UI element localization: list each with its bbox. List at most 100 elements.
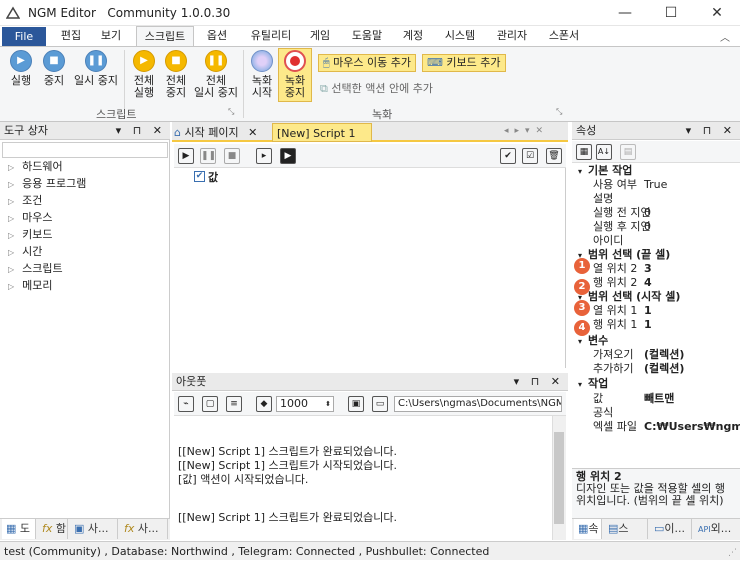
menu-sponsor[interactable]: 스폰서: [542, 26, 586, 46]
tree-item-condition[interactable]: ▷ 조건: [8, 192, 42, 209]
property-pages-icon[interactable]: ▤: [620, 144, 636, 160]
property-description: 행 위치 2 디자인 또는 값을 적용할 셀의 행 위치입니다. (범위의 끝 …: [572, 468, 740, 518]
property-name: 설명: [593, 192, 614, 205]
menu-options[interactable]: 옵션: [198, 26, 236, 46]
run-button[interactable]: ▶ 실행: [5, 50, 37, 87]
menu-admin[interactable]: 관리자: [490, 26, 534, 46]
tree-item-keyboard[interactable]: ▷ 키보드: [8, 226, 53, 243]
menu-game[interactable]: 게임: [302, 26, 338, 46]
collapse-ribbon-icon[interactable]: ︿: [720, 29, 730, 44]
property-group[interactable]: ▾ 작업: [578, 377, 608, 391]
add-after-selected-button[interactable]: ⧉ 선택한 액션 안에 추가: [320, 80, 433, 96]
tree-item-memory[interactable]: ▷ 메모리: [8, 277, 53, 294]
menu-help[interactable]: 도움말: [344, 26, 390, 46]
tree-item-mouse[interactable]: ▷ 마우스: [8, 209, 53, 226]
close-tab-icon[interactable]: ✕: [248, 126, 257, 139]
function-icon: fx: [42, 522, 53, 535]
resize-grip-icon[interactable]: ⋰: [728, 548, 737, 558]
clean-icon[interactable]: ⌁: [178, 396, 194, 412]
step-into-icon[interactable]: ▶: [280, 148, 296, 164]
tab-nav-controls[interactable]: ◂▸▾✕: [504, 126, 549, 136]
panel-controls[interactable]: ▾ ⊓ ✕: [686, 122, 736, 140]
property-group[interactable]: ▾ 범위 선택 (시작 셀): [578, 290, 680, 304]
stop-icon[interactable]: ■: [224, 148, 240, 164]
tab-images[interactable]: ▭이...: [650, 519, 692, 539]
tab-new-script[interactable]: [New] Script 1 ✕: [272, 123, 372, 159]
property-value[interactable]: 4: [644, 276, 652, 290]
step-icon[interactable]: ▸: [256, 148, 272, 164]
property-value[interactable]: C:₩Users₩ngma: [644, 420, 740, 434]
categorized-icon[interactable]: ▦: [576, 144, 592, 160]
stop-all-button[interactable]: ■ 전체 중지: [160, 50, 192, 99]
close-button[interactable]: ✕: [694, 0, 740, 26]
property-value[interactable]: 1: [644, 304, 652, 318]
property-value[interactable]: 3: [644, 262, 652, 276]
property-value[interactable]: 1: [644, 318, 652, 332]
add-keyboard-button[interactable]: ⌨ 키보드 추가: [422, 54, 506, 72]
tree-item-hardware[interactable]: ▷ 하드웨어: [8, 158, 63, 175]
minimize-button[interactable]: —: [602, 0, 648, 26]
tab-external[interactable]: API외...: [694, 519, 738, 539]
maximize-button[interactable]: ☐: [648, 0, 694, 26]
pause-all-button[interactable]: ❚❚ 전체 일시 중지: [192, 50, 240, 99]
list-icon[interactable]: ≡: [226, 396, 242, 412]
property-value[interactable]: True: [644, 178, 667, 192]
delay-input[interactable]: 1000 ⬍: [276, 396, 334, 412]
add-mouse-move-button[interactable]: 🖱 마우스 이동 추가: [318, 54, 416, 72]
property-value[interactable]: 빼트맨: [644, 392, 674, 406]
tab-users-1[interactable]: ▣ 사...: [70, 519, 118, 539]
check-icon[interactable]: ☑: [522, 148, 538, 164]
tab-script[interactable]: ▤스크...: [604, 519, 648, 555]
scrollbar-thumb[interactable]: [554, 432, 564, 524]
script-editor[interactable]: [174, 168, 566, 368]
expand-icon: ▷: [8, 248, 15, 257]
stop-button[interactable]: ■ 중지: [38, 50, 70, 87]
property-group[interactable]: ▾ 범위 선택 (끝 셀): [578, 248, 670, 262]
eraser-icon[interactable]: ◆: [256, 396, 272, 412]
pause-icon[interactable]: ❚❚: [200, 148, 216, 164]
menu-utility[interactable]: 유틸리티: [242, 26, 300, 46]
tree-item-applications[interactable]: ▷ 응용 프로그램: [8, 175, 86, 192]
property-value[interactable]: 0: [644, 220, 651, 234]
menu-file[interactable]: File: [2, 27, 46, 46]
tab-properties[interactable]: ▦속: [574, 519, 602, 539]
expand-icon: ▷: [8, 180, 15, 189]
new-doc-icon[interactable]: ▢: [202, 396, 218, 412]
record-start-button[interactable]: 녹화 시작: [246, 50, 278, 99]
sort-az-icon[interactable]: A↓: [596, 144, 612, 160]
tab-users-2[interactable]: fx 사...: [120, 519, 168, 539]
tab-functions[interactable]: fx 함: [38, 519, 68, 539]
tab-start-page[interactable]: ⌂ 시작 페이지 ✕: [174, 124, 268, 141]
menu-system[interactable]: 시스템: [438, 26, 482, 46]
check-all-icon[interactable]: ✔: [500, 148, 516, 164]
pause-button[interactable]: ❚❚ 일시 중지: [70, 50, 122, 87]
property-group[interactable]: ▾ 기본 작업: [578, 164, 632, 178]
app-logo-icon: [5, 6, 21, 20]
record-stop-button[interactable]: 녹화 중지: [279, 50, 311, 99]
menu-account[interactable]: 계정: [396, 26, 430, 46]
folder-icon[interactable]: ▭: [372, 396, 388, 412]
panel-controls[interactable]: ▾ ⊓ ✕: [116, 122, 166, 140]
path-field[interactable]: C:\Users\ngmas\Documents\NGM5\: [394, 396, 562, 412]
run-all-button[interactable]: ▶ 전체 실행: [128, 50, 160, 99]
spinner-icon[interactable]: ⬍: [325, 397, 331, 411]
action-checkbox[interactable]: ✔: [194, 171, 205, 182]
tab-toolbox[interactable]: ▦ 도: [2, 519, 36, 539]
menu-edit[interactable]: 편집: [52, 26, 90, 46]
save-icon[interactable]: ▣: [348, 396, 364, 412]
play-icon[interactable]: ▶: [178, 148, 194, 164]
delete-icon[interactable]: 🗑: [546, 148, 562, 164]
action-label[interactable]: 값: [208, 169, 218, 185]
tree-item-script[interactable]: ▷ 스크립트: [8, 260, 63, 277]
dialog-launcher-icon[interactable]: ⤡: [556, 107, 562, 117]
property-value[interactable]: 0: [644, 206, 651, 220]
dialog-launcher-icon[interactable]: ⤡: [228, 107, 234, 117]
property-value[interactable]: (컬렉션): [644, 362, 684, 376]
menu-script[interactable]: 스크립트: [136, 26, 194, 46]
panel-controls[interactable]: ▾ ⊓ ✕: [514, 373, 564, 391]
property-group[interactable]: ▾ 변수: [578, 334, 608, 348]
tree-item-time[interactable]: ▷ 시간: [8, 243, 42, 260]
toolbox-search-input[interactable]: [2, 142, 168, 158]
menu-view[interactable]: 보기: [92, 26, 130, 46]
property-value[interactable]: (컬렉션): [644, 348, 684, 362]
